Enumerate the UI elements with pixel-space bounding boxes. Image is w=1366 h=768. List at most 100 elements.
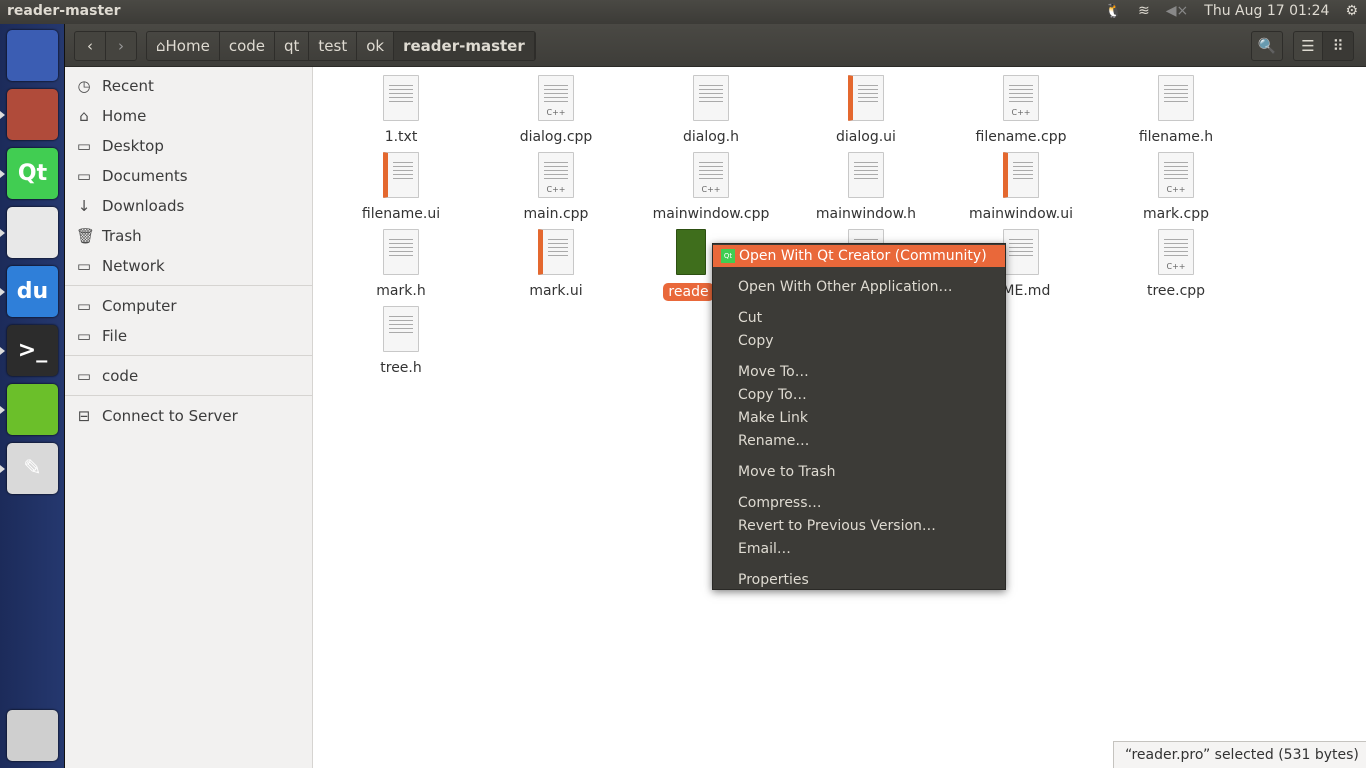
file-item[interactable]: C++ mark.cpp	[1101, 152, 1251, 222]
file-item[interactable]: dialog.ui	[791, 75, 941, 145]
file-item[interactable]: C++ main.cpp	[481, 152, 631, 222]
file-cpp-icon: C++	[1158, 229, 1194, 275]
menu-item-move-to[interactable]: Move To…	[713, 361, 1005, 383]
sidebar-item-trash[interactable]: 🗑 Trash	[65, 221, 312, 251]
trash-icon: 🗑	[76, 227, 96, 245]
sidebar-item-label: Connect to Server	[102, 407, 238, 425]
sidebar-item-downloads[interactable]: ↓ Downloads	[65, 191, 312, 221]
menu-item-revert-to-previous-version[interactable]: Revert to Previous Version…	[713, 515, 1005, 537]
sidebar-item-file[interactable]: ▭ File	[65, 321, 312, 351]
breadcrumb-code[interactable]: code	[220, 32, 276, 60]
file-item[interactable]: C++ filename.cpp	[946, 75, 1096, 145]
file-h-icon	[1158, 75, 1194, 121]
breadcrumb-qt[interactable]: qt	[275, 32, 310, 60]
launcher-chrome[interactable]	[7, 207, 58, 258]
launcher-terminal[interactable]: >_	[7, 325, 58, 376]
menu-item-label: Revert to Previous Version…	[738, 518, 936, 534]
menu-item-make-link[interactable]: Make Link	[713, 407, 1005, 429]
file-item[interactable]: 1.txt	[326, 75, 476, 145]
launcher-qt-tool[interactable]	[7, 384, 58, 435]
file-cpp-icon: C++	[538, 75, 574, 121]
sidebar-item-recent[interactable]: ◷ Recent	[65, 71, 312, 101]
folder-icon: ▭	[76, 137, 92, 155]
launcher-files[interactable]	[7, 89, 58, 140]
running-indicator	[0, 288, 5, 296]
file-name: mainwindow.ui	[968, 206, 1074, 222]
file-item[interactable]: mainwindow.h	[791, 152, 941, 222]
running-indicator	[0, 229, 5, 237]
breadcrumb-Home[interactable]: ⌂ Home	[147, 32, 220, 60]
sidebar: ◷ Recent ⌂ Home ▭ Desktop ▭ Documents ↓ Downloads…	[65, 67, 313, 768]
menu-item-move-to-trash[interactable]: Move to Trash	[713, 461, 1005, 483]
clock-icon: ◷	[77, 77, 91, 95]
file-item[interactable]: dialog.h	[636, 75, 786, 145]
menu-item-open-with-other-application[interactable]: Open With Other Application…	[713, 276, 1005, 298]
volume-muted-icon[interactable]: ◀×	[1166, 3, 1189, 19]
breadcrumb-label: qt	[284, 37, 300, 55]
file-item[interactable]: C++ tree.cpp	[1101, 229, 1251, 299]
breadcrumb-ok[interactable]: ok	[357, 32, 395, 60]
sidebar-item-code[interactable]: ▭ code	[65, 361, 312, 391]
launcher-trash[interactable]	[7, 710, 58, 761]
file-item[interactable]: mainwindow.ui	[946, 152, 1096, 222]
file-item[interactable]: mark.h	[326, 229, 476, 299]
list-view-button[interactable]: ☰	[1293, 31, 1323, 61]
sidebar-item-desktop[interactable]: ▭ Desktop	[65, 131, 312, 161]
sidebar-item-connect-to-server[interactable]: ⊟ Connect to Server	[65, 401, 312, 431]
menu-item-copy[interactable]: Copy	[713, 330, 1005, 352]
file-name: tree.h	[380, 360, 422, 376]
sidebar-item-documents[interactable]: ▭ Documents	[65, 161, 312, 191]
search-button[interactable]: 🔍	[1251, 31, 1283, 61]
grid-view-button[interactable]: ⠿	[1322, 31, 1354, 61]
menu-item-email[interactable]: Email…	[713, 538, 1005, 560]
back-button[interactable]: ‹	[74, 31, 106, 61]
file-name: tree.cpp	[1146, 283, 1206, 299]
file-name: 1.txt	[384, 129, 418, 145]
file-item[interactable]: tree.h	[326, 306, 476, 376]
menu-item-label: Compress…	[738, 495, 822, 511]
sidebar-item-label: Desktop	[102, 137, 164, 155]
menu-item-copy-to[interactable]: Copy To…	[713, 384, 1005, 406]
file-ui-icon	[538, 229, 574, 275]
system-tray: 🐧 ≋ ◀× Thu Aug 17 01:24 ⚙	[1105, 3, 1358, 19]
sidebar-item-label: Trash	[102, 227, 142, 245]
sidebar-item-home[interactable]: ⌂ Home	[65, 101, 312, 131]
drive-icon: ▭	[76, 327, 92, 345]
top-panel: reader-master 🐧 ≋ ◀× Thu Aug 17 01:24 ⚙	[0, 0, 1366, 24]
menu-item-compress[interactable]: Compress…	[713, 492, 1005, 514]
sidebar-item-network[interactable]: ▭ Network	[65, 251, 312, 281]
clock[interactable]: Thu Aug 17 01:24	[1204, 3, 1329, 19]
menu-item-properties[interactable]: Properties	[713, 569, 1005, 591]
file-cpp-icon: C++	[538, 152, 574, 198]
file-ui-icon	[383, 152, 419, 198]
launcher-qt-creator[interactable]: Qt	[7, 148, 58, 199]
sidebar-item-label: File	[102, 327, 128, 345]
file-txt-icon	[1003, 229, 1039, 275]
context-menu: Qt Open With Qt Creator (Community) Open W…	[712, 243, 1006, 590]
file-item[interactable]: filename.h	[1101, 75, 1251, 145]
forward-button[interactable]: ›	[105, 31, 137, 61]
file-name: main.cpp	[523, 206, 589, 222]
file-item[interactable]: C++ dialog.cpp	[481, 75, 631, 145]
launcher-text-editor[interactable]: ✎	[7, 443, 58, 494]
file-name: reade	[663, 283, 714, 301]
menu-item-cut[interactable]: Cut	[713, 307, 1005, 329]
file-item[interactable]: filename.ui	[326, 152, 476, 222]
sidebar-item-label: Computer	[102, 297, 177, 315]
file-item[interactable]: mark.ui	[481, 229, 631, 299]
power-gear-icon[interactable]: ⚙	[1345, 3, 1358, 19]
menu-item-open-with-qt-creator-community[interactable]: Qt Open With Qt Creator (Community)	[713, 245, 1005, 267]
launcher-ubuntu-dash[interactable]	[7, 30, 58, 81]
tux-icon[interactable]: 🐧	[1105, 3, 1122, 19]
sidebar-item-computer[interactable]: ▭ Computer	[65, 291, 312, 321]
breadcrumb-test[interactable]: test	[309, 32, 358, 60]
menu-item-rename[interactable]: Rename…	[713, 430, 1005, 452]
wifi-icon[interactable]: ≋	[1138, 3, 1150, 19]
network-icon: ▭	[76, 257, 92, 275]
menu-item-label: Open With Qt Creator (Community)	[739, 248, 987, 264]
launcher-baidu-music[interactable]: du	[7, 266, 58, 317]
breadcrumb-reader-master[interactable]: reader-master	[394, 32, 535, 60]
running-indicator	[0, 347, 5, 355]
file-txt-icon	[383, 75, 419, 121]
file-item[interactable]: C++ mainwindow.cpp	[636, 152, 786, 222]
